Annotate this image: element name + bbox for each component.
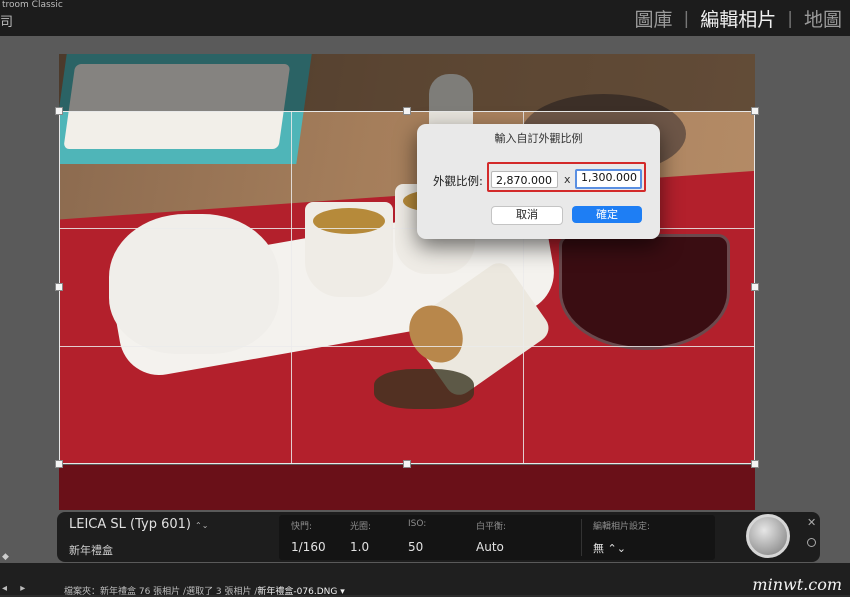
module-map[interactable]: 地圖: [804, 5, 842, 32]
module-picker: 圖庫 | 編輯相片 | 地圖: [634, 5, 842, 32]
crop-handle[interactable]: [55, 107, 63, 115]
camera-name[interactable]: LEICA SL (Typ 601) ⌃⌄: [69, 517, 208, 532]
crop-handle[interactable]: [55, 460, 63, 468]
module-separator: |: [787, 8, 793, 29]
crop-grid-line: [291, 111, 292, 464]
watermark: minwt.com: [752, 575, 842, 594]
preset-label: 編輯相片設定:: [593, 522, 651, 532]
chevron-updown-icon: ⌃⌄: [194, 521, 209, 530]
app-title-glyph: 司: [0, 15, 14, 30]
file-name[interactable]: 新年禮盒-076.DNG ▾: [257, 587, 344, 597]
crop-handle[interactable]: [403, 460, 411, 468]
filmstrip-nav-arrows[interactable]: ◂ ▸: [2, 583, 30, 594]
crop-handle[interactable]: [751, 283, 759, 291]
module-library[interactable]: 圖庫: [634, 5, 672, 32]
crop-handle[interactable]: [403, 107, 411, 115]
iso-value: 50: [408, 540, 424, 554]
module-separator: |: [683, 8, 690, 29]
white-balance-label: 白平衡:: [476, 522, 507, 532]
ok-button[interactable]: 確定: [572, 206, 642, 223]
crop-dim-top: [59, 54, 755, 111]
iso-label: ISO:: [408, 519, 427, 529]
dialog-title: 輸入自訂外觀比例: [494, 132, 583, 145]
filmstrip-bar: ◂ ▸ 檔案夾：新年禮盒 76 張相片 /選取了 3 張相片 /新年禮盒-076…: [0, 563, 850, 597]
filmstrip-path: 檔案夾：新年禮盒 76 張相片 /選取了 3 張相片 /新年禮盒-076.DNG…: [64, 584, 345, 597]
left-panel-toggle-icon[interactable]: ◆: [2, 552, 9, 562]
highlight-box: [487, 162, 646, 192]
info-panel: LEICA SL (Typ 601) ⌃⌄ 新年禮盒 快門: 1/160 光圈: …: [57, 512, 820, 562]
crop-handle[interactable]: [751, 460, 759, 468]
circle-icon[interactable]: [807, 538, 816, 547]
aperture-label: 光圈:: [350, 522, 372, 532]
preset-select[interactable]: 無 ⌃⌄: [593, 540, 626, 556]
crop-handle[interactable]: [751, 107, 759, 115]
shutter-value: 1/160: [291, 540, 326, 554]
crop-grid-line: [59, 346, 755, 347]
folder-path: 檔案夾：新年禮盒 76 張相片 /選取了 3 張相片 /: [64, 587, 258, 597]
crop-dim-bottom: [59, 465, 755, 510]
collection-name: 新年禮盒: [69, 544, 113, 557]
close-icon[interactable]: ✕: [807, 516, 816, 529]
camera-model: LEICA SL (Typ 601): [69, 517, 191, 532]
app-title: troom Classic: [2, 0, 63, 10]
module-develop[interactable]: 編輯相片: [700, 5, 776, 32]
white-balance-value: Auto: [476, 540, 504, 554]
aspect-ratio-label: 外觀比例:: [433, 174, 483, 188]
cancel-button[interactable]: 取消: [491, 206, 563, 225]
exif-panel: 快門: 1/160 光圈: 1.0 ISO: 50 白平衡: Auto 編輯相片…: [279, 515, 715, 560]
shutter-label: 快門:: [291, 522, 313, 532]
aperture-value: 1.0: [350, 540, 370, 554]
exif-divider: [581, 519, 582, 556]
capture-button[interactable]: [746, 514, 790, 558]
top-bar: troom Classic 司 圖庫 | 編輯相片 | 地圖: [0, 0, 850, 36]
crop-handle[interactable]: [55, 283, 63, 291]
